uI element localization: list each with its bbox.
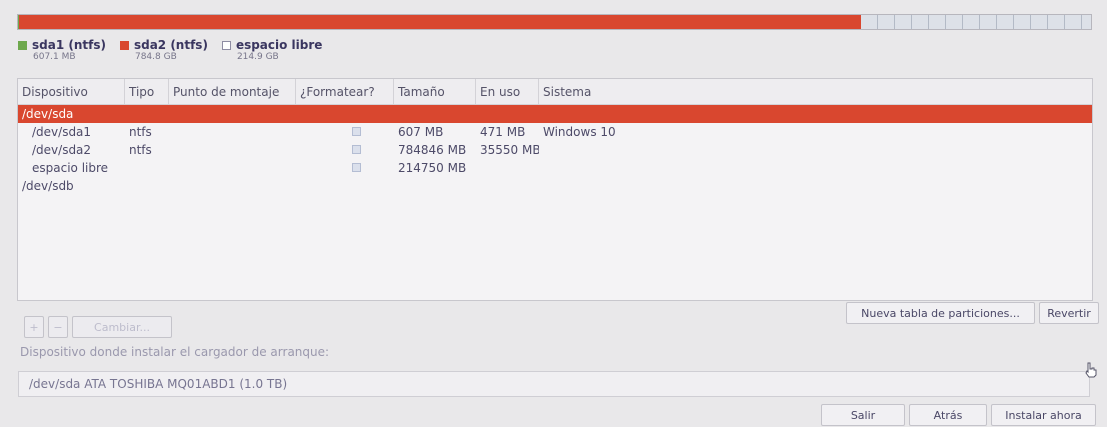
partition-table: Dispositivo Tipo Punto de montaje ¿Forma… <box>17 78 1093 301</box>
format-checkbox[interactable] <box>352 145 361 154</box>
table-row[interactable]: /dev/sda2 ntfs 784846 MB 35550 MB <box>18 141 1092 159</box>
column-header-system[interactable]: Sistema <box>539 79 689 105</box>
cell-system: Windows 10 <box>543 125 616 139</box>
cell-size: 214750 MB <box>398 161 467 175</box>
back-button[interactable]: Atrás <box>909 404 987 426</box>
legend-label: sda1 (ntfs) <box>32 38 106 52</box>
cell-device: espacio libre <box>32 161 109 175</box>
new-partition-table-button[interactable]: Nueva tabla de particiones... <box>846 302 1035 324</box>
bootloader-device-value: /dev/sda ATA TOSHIBA MQ01ABD1 (1.0 TB) <box>29 377 288 391</box>
column-header-device[interactable]: Dispositivo <box>18 78 125 105</box>
revert-button[interactable]: Revertir <box>1039 302 1099 324</box>
legend-item-sda2: sda2 (ntfs) 784.8 GB <box>119 38 208 63</box>
partition-editor: sda1 (ntfs) 607.1 MB sda2 (ntfs) 784.8 G… <box>0 0 1107 427</box>
partition-bar-sda2 <box>18 15 861 29</box>
legend-swatch-sda2 <box>119 40 129 50</box>
column-header-type[interactable]: Tipo <box>125 78 169 105</box>
column-header-format[interactable]: ¿Formatear? <box>296 78 394 105</box>
cell-device: /dev/sda1 <box>32 125 92 139</box>
table-row[interactable]: espacio libre 214750 MB <box>18 159 1092 177</box>
cell-format <box>296 125 394 139</box>
cell-type: ntfs <box>129 125 152 139</box>
pointer-hand-icon <box>1085 362 1097 378</box>
legend-swatch-sda1 <box>18 40 27 50</box>
cell-device: /dev/sdb <box>22 179 74 193</box>
cell-format <box>296 143 394 157</box>
format-checkbox[interactable] <box>352 163 361 172</box>
partition-bar-free <box>860 15 1091 29</box>
column-header-used[interactable]: En uso <box>476 78 539 105</box>
legend-item-free: espacio libre 214.9 GB <box>221 38 323 63</box>
legend-label: sda2 (ntfs) <box>133 38 208 52</box>
cell-used: 35550 MB <box>480 143 539 157</box>
quit-button[interactable]: Salir <box>821 404 905 426</box>
add-partition-button[interactable]: + <box>24 316 44 338</box>
partition-bar <box>17 14 1092 30</box>
cell-size: 607 MB <box>398 125 444 139</box>
table-header: Dispositivo Tipo Punto de montaje ¿Forma… <box>18 78 1092 105</box>
legend-swatch-free <box>221 40 231 50</box>
bootloader-label: Dispositivo donde instalar el cargador d… <box>20 345 330 359</box>
cell-type: ntfs <box>129 143 152 157</box>
cell-size: 784846 MB <box>398 143 467 157</box>
legend-item-sda1: sda1 (ntfs) 607.1 MB <box>18 38 106 63</box>
legend-size: 214.9 GB <box>236 52 279 62</box>
change-partition-button[interactable]: Cambiar... <box>72 316 172 338</box>
table-row[interactable]: /dev/sda <box>18 105 1092 123</box>
bootloader-device-select[interactable]: /dev/sda ATA TOSHIBA MQ01ABD1 (1.0 TB) <box>18 371 1090 397</box>
partition-legend: sda1 (ntfs) 607.1 MB sda2 (ntfs) 784.8 G… <box>18 38 322 63</box>
cell-format <box>296 161 394 175</box>
legend-size: 607.1 MB <box>33 52 76 62</box>
table-row[interactable]: /dev/sda1 ntfs 607 MB 471 MB Windows 10 <box>18 123 1092 141</box>
format-checkbox[interactable] <box>352 127 361 136</box>
remove-partition-button[interactable]: − <box>48 316 68 338</box>
legend-size: 784.8 GB <box>134 52 177 62</box>
column-header-size[interactable]: Tamaño <box>394 78 476 105</box>
cell-device: /dev/sda2 <box>32 143 92 157</box>
table-body: /dev/sda /dev/sda1 ntfs 607 MB 471 MB Wi… <box>18 105 1092 195</box>
install-now-button[interactable]: Instalar ahora <box>991 404 1096 426</box>
column-header-mount[interactable]: Punto de montaje <box>169 78 296 105</box>
cell-used: 471 MB <box>480 125 526 139</box>
table-row[interactable]: /dev/sdb <box>18 177 1092 195</box>
cell-device: /dev/sda <box>22 107 74 121</box>
legend-label: espacio libre <box>235 38 323 52</box>
